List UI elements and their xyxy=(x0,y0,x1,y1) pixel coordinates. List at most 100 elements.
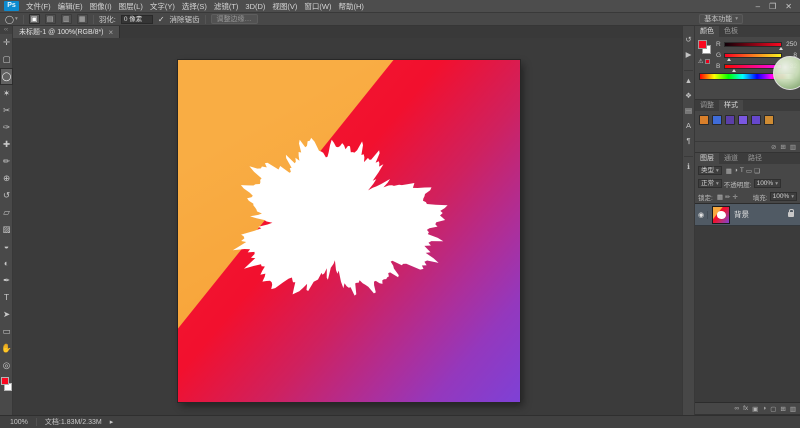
adjustment-layer-icon[interactable]: ◑ xyxy=(762,405,766,412)
tab-styles[interactable]: 样式 xyxy=(719,100,743,111)
info-panel-icon[interactable]: ℹ xyxy=(683,159,694,174)
delete-style-icon[interactable]: ▥ xyxy=(790,143,796,151)
close-tab-icon[interactable]: × xyxy=(109,28,114,37)
layer-group-icon[interactable]: ▢ xyxy=(770,405,776,413)
new-selection-button[interactable]: ▣ xyxy=(29,14,40,24)
menu-view[interactable]: 视图(V) xyxy=(272,1,297,12)
document-tab[interactable]: 未标题-1 @ 100%(RGB/8*) × xyxy=(13,26,120,38)
history-panel-icon[interactable]: ↺ xyxy=(683,32,694,47)
lasso-tool[interactable]: ◯ xyxy=(0,68,13,85)
new-layer-icon[interactable]: ⊞ xyxy=(780,405,785,413)
path-select-tool[interactable]: ➤ xyxy=(0,306,13,323)
menu-filter[interactable]: 滤镜(T) xyxy=(214,1,239,12)
character-panel-icon[interactable]: A xyxy=(683,118,694,133)
tab-adjustments[interactable]: 调整 xyxy=(695,100,719,111)
marquee-tool[interactable]: ▢ xyxy=(0,51,13,68)
link-layers-icon[interactable]: ∞ xyxy=(734,405,739,412)
menu-file[interactable]: 文件(F) xyxy=(26,1,51,12)
menu-select[interactable]: 选择(S) xyxy=(182,1,207,12)
filter-adjustment-icon[interactable]: ◑ xyxy=(734,167,738,175)
close-button[interactable]: ✕ xyxy=(785,2,792,11)
tab-layers[interactable]: 图层 xyxy=(695,153,719,164)
move-tool[interactable]: ✛ xyxy=(0,34,13,51)
type-tool[interactable]: T xyxy=(0,289,13,306)
feather-input[interactable]: 0 像素 xyxy=(121,15,153,24)
menu-image[interactable]: 图像(I) xyxy=(90,1,112,12)
antialias-checkbox[interactable]: ✓ xyxy=(158,15,165,24)
style-swatch[interactable] xyxy=(738,115,748,125)
blur-tool[interactable]: ◒ xyxy=(0,238,13,255)
pen-tool[interactable]: ✒ xyxy=(0,272,13,289)
lock-position-icon[interactable]: ✛ xyxy=(732,193,737,201)
actions-panel-icon[interactable]: ▶ xyxy=(683,47,694,62)
menu-type[interactable]: 文字(Y) xyxy=(150,1,175,12)
collapse-toolbox-icon[interactable]: ‹‹ xyxy=(0,26,12,34)
layer-row-background[interactable]: ◉ 背景 xyxy=(695,204,800,226)
status-expand-icon[interactable]: ▸ xyxy=(110,418,114,426)
brush-tool[interactable]: ✏ xyxy=(0,153,13,170)
filter-pixel-icon[interactable]: ▦ xyxy=(726,167,732,175)
lock-transparency-icon[interactable]: ▦ xyxy=(717,193,723,201)
hand-tool[interactable]: ✋ xyxy=(0,340,13,357)
gamut-color-swatch[interactable] xyxy=(705,59,710,64)
menu-layer[interactable]: 图层(L) xyxy=(119,1,143,12)
document-canvas[interactable] xyxy=(178,60,520,402)
clear-style-icon[interactable]: ⊘ xyxy=(771,143,776,151)
add-selection-button[interactable]: ▤ xyxy=(45,14,56,24)
eraser-tool[interactable]: ▱ xyxy=(0,204,13,221)
refine-edge-button[interactable]: 调整边缘… xyxy=(211,14,258,24)
filter-shape-icon[interactable]: ▭ xyxy=(746,167,752,175)
magic-wand-tool[interactable]: ✶ xyxy=(0,85,13,102)
foreground-color-swatch[interactable] xyxy=(1,377,9,385)
layer-style-icon[interactable]: fx xyxy=(743,405,748,412)
lock-pixels-icon[interactable]: ✏ xyxy=(725,193,730,201)
menu-help[interactable]: 帮助(H) xyxy=(339,1,364,12)
history-brush-tool[interactable]: ↺ xyxy=(0,187,13,204)
clone-stamp-tool[interactable]: ⊕ xyxy=(0,170,13,187)
tab-paths[interactable]: 路径 xyxy=(743,153,767,164)
tab-color[interactable]: 颜色 xyxy=(695,26,719,37)
subtract-selection-button[interactable]: ▥ xyxy=(61,14,72,24)
red-value[interactable]: 250 xyxy=(784,41,797,48)
zoom-tool[interactable]: ◎ xyxy=(0,357,13,374)
menu-3d[interactable]: 3D(D) xyxy=(245,2,265,11)
style-swatch[interactable] xyxy=(712,115,722,125)
foreground-color-swatch[interactable] xyxy=(698,40,707,49)
shape-tool[interactable]: ▭ xyxy=(0,323,13,340)
filter-smart-icon[interactable]: ❏ xyxy=(754,167,760,175)
slider-thumb[interactable] xyxy=(732,69,736,72)
slider-thumb[interactable] xyxy=(779,47,783,50)
style-swatch[interactable] xyxy=(751,115,761,125)
delete-layer-icon[interactable]: ▥ xyxy=(790,405,796,413)
new-style-icon[interactable]: ⊞ xyxy=(780,143,785,151)
green-slider[interactable] xyxy=(724,53,782,58)
red-slider[interactable] xyxy=(724,42,782,47)
filter-kind-dropdown[interactable]: 类型 ▾ xyxy=(698,166,722,175)
tab-channels[interactable]: 通道 xyxy=(719,153,743,164)
fill-dropdown[interactable]: 100% ▾ xyxy=(770,192,797,201)
healing-brush-tool[interactable]: ✚ xyxy=(0,136,13,153)
menu-window[interactable]: 窗口(W) xyxy=(304,1,331,12)
menu-edit[interactable]: 编辑(E) xyxy=(58,1,83,12)
paragraph-panel-icon[interactable]: ¶ xyxy=(683,133,694,148)
libraries-panel-icon[interactable]: ▤ xyxy=(683,103,694,118)
workspace-switcher[interactable]: 基本功能 ▾ xyxy=(699,14,743,24)
gradient-tool[interactable]: ▨ xyxy=(0,221,13,238)
lasso-tool-icon[interactable]: ◯ ▾ xyxy=(5,15,18,24)
dodge-tool[interactable]: ◐ xyxy=(0,255,13,272)
style-swatch[interactable] xyxy=(725,115,735,125)
eyedropper-tool[interactable]: ✑ xyxy=(0,119,13,136)
layer-thumbnail[interactable] xyxy=(712,206,730,224)
style-swatch[interactable] xyxy=(764,115,774,125)
minimize-button[interactable]: – xyxy=(756,2,760,11)
styles-panel-icon[interactable]: ❖ xyxy=(683,88,694,103)
layer-mask-icon[interactable]: ▣ xyxy=(752,405,758,413)
layer-visibility-icon[interactable]: ◉ xyxy=(695,211,708,219)
adjustments-panel-icon[interactable]: ▲ xyxy=(683,73,694,88)
blend-mode-dropdown[interactable]: 正常 ▾ xyxy=(698,179,722,188)
filter-type-icon[interactable]: T xyxy=(740,167,744,175)
style-swatch[interactable] xyxy=(699,115,709,125)
restore-button[interactable]: ❐ xyxy=(769,2,776,11)
tab-swatches[interactable]: 色板 xyxy=(719,26,743,37)
crop-tool[interactable]: ✂ xyxy=(0,102,13,119)
